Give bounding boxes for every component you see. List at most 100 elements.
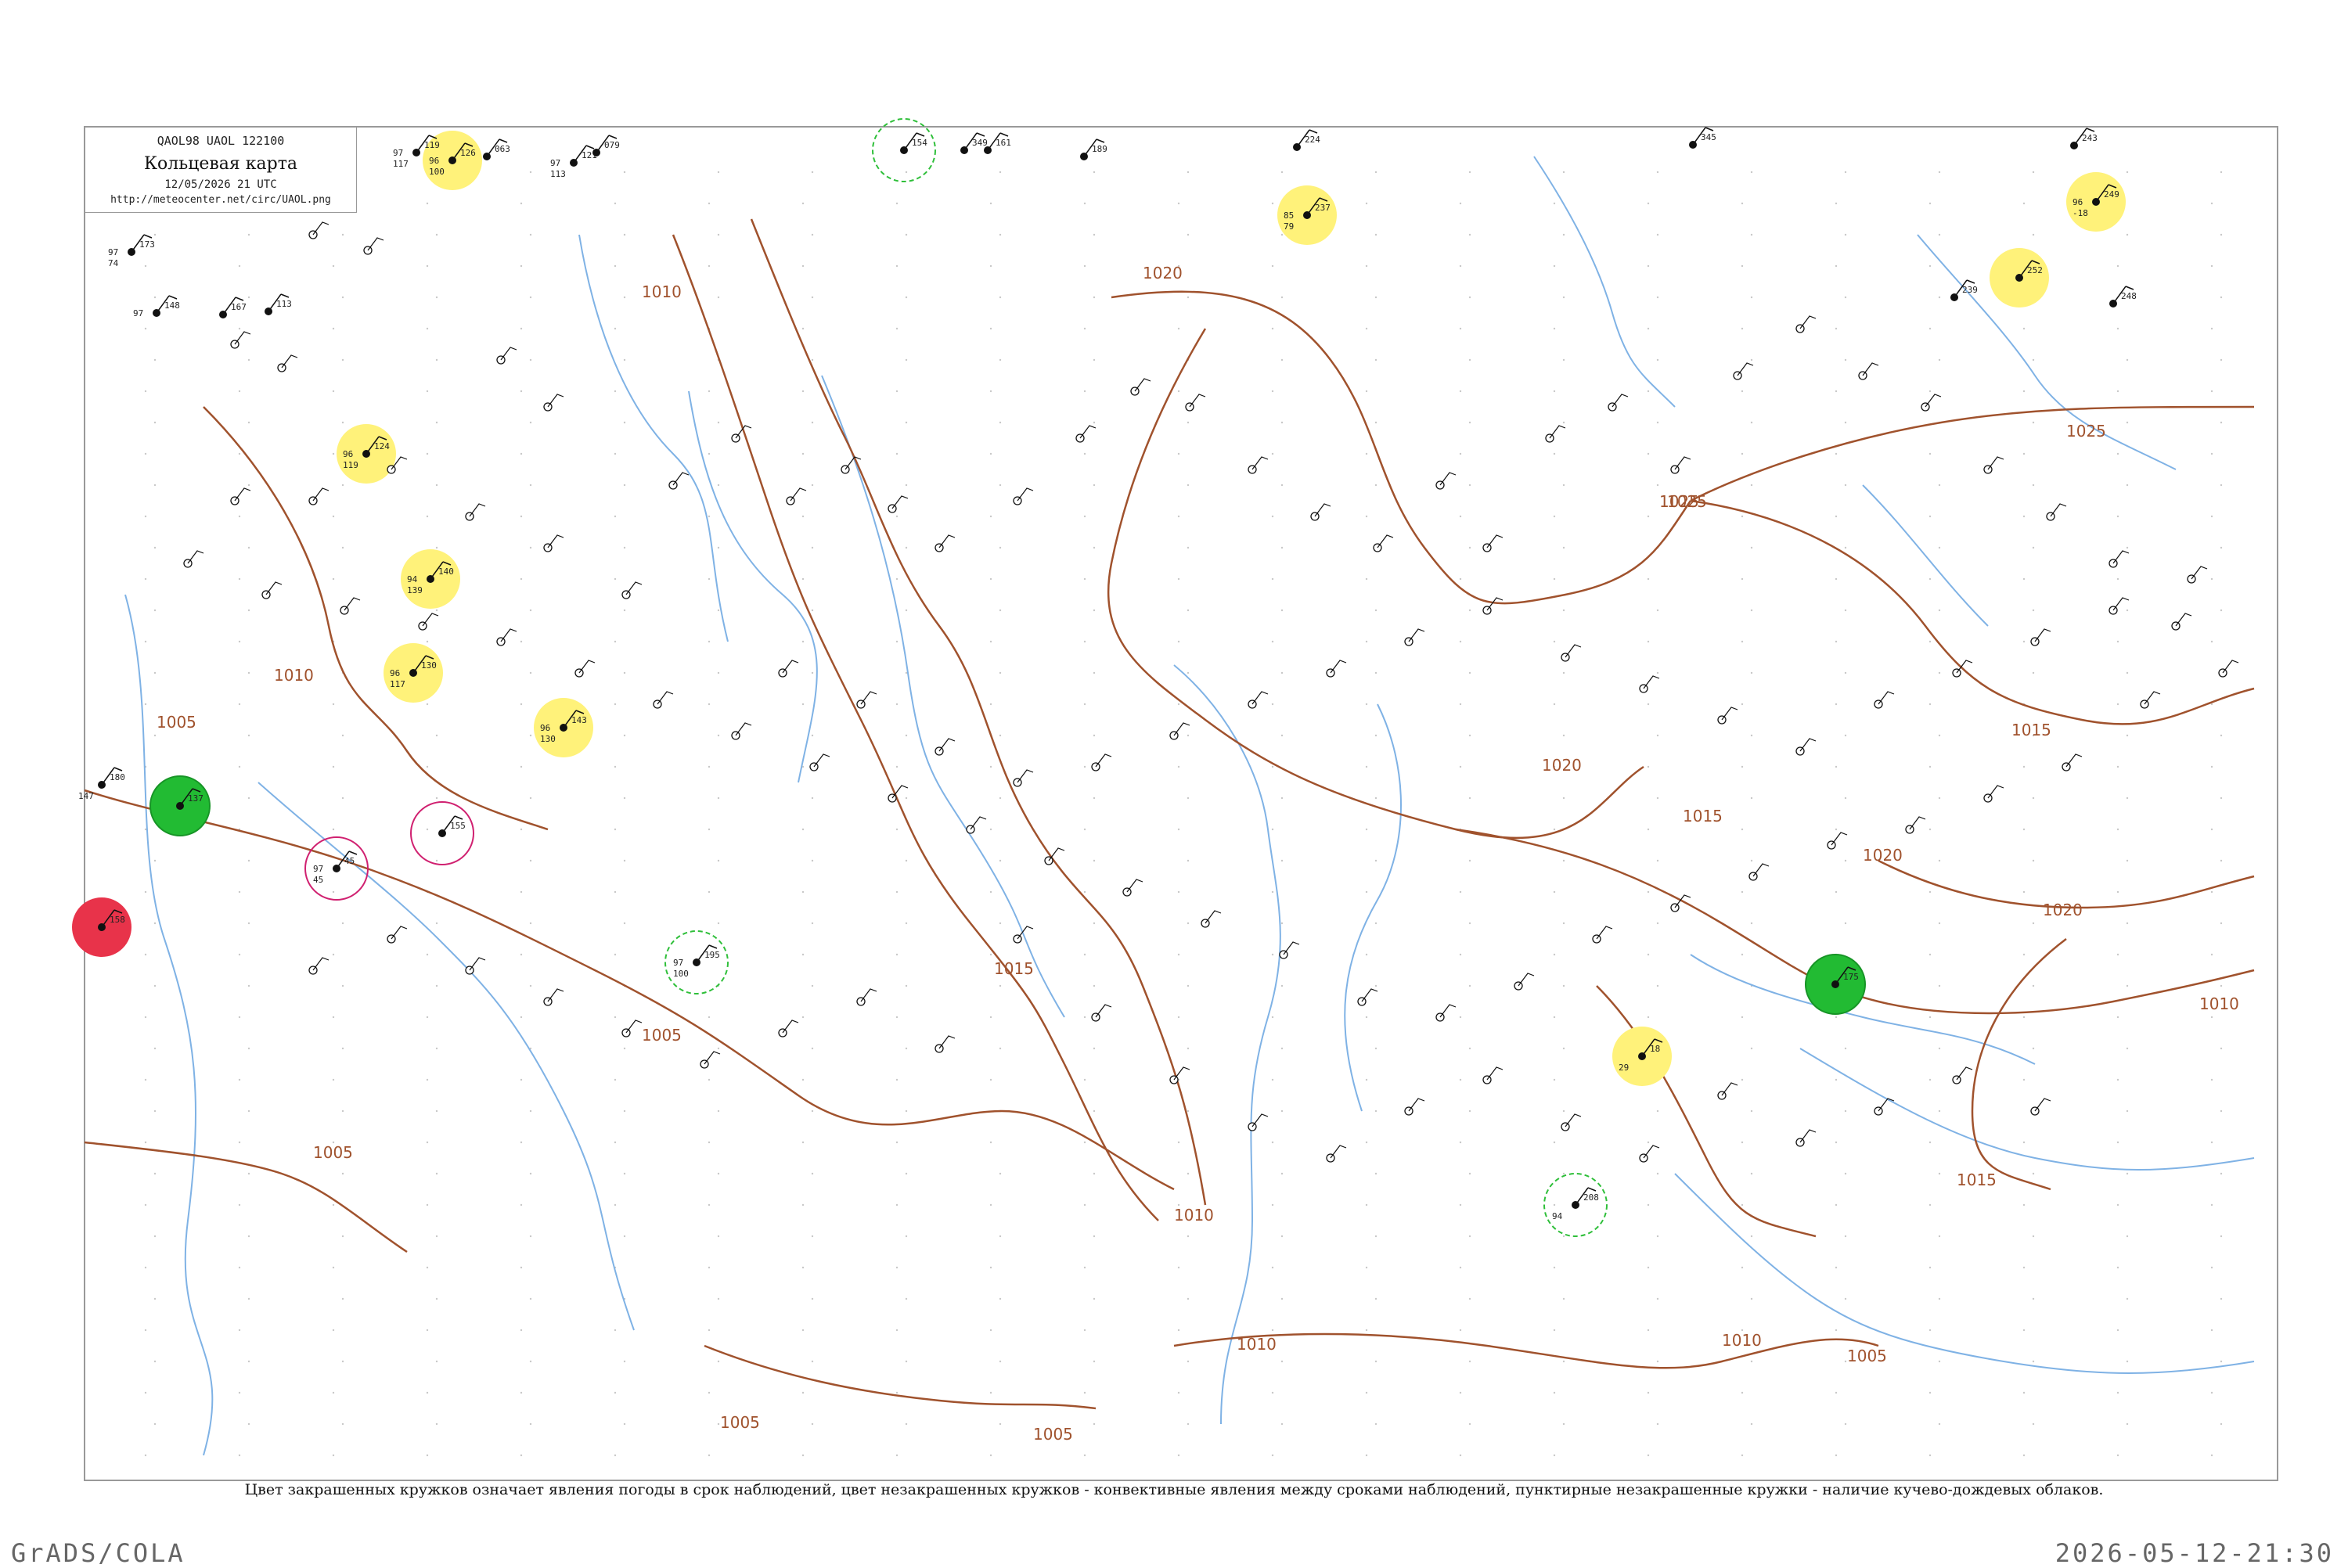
grid-dot [1187, 1172, 1190, 1175]
grid-dot [801, 1141, 805, 1144]
grid-dot [2126, 171, 2129, 174]
grid-dot [708, 1329, 711, 1332]
grid-dot [1280, 233, 1284, 236]
grid-dot [1835, 703, 1838, 706]
grid-dot [2210, 202, 2213, 205]
grid-dot [811, 797, 814, 800]
grid-dot [1187, 484, 1190, 487]
grid-dot [1177, 890, 1180, 894]
grid-dot [1938, 1047, 1941, 1050]
station-temperature: 96 [390, 668, 400, 678]
grid-dot [1938, 1360, 1941, 1363]
grid-dot [895, 765, 899, 768]
grid-dot [1280, 797, 1284, 800]
grid-dot [1741, 327, 1744, 330]
station-pressure: 155 [450, 821, 466, 831]
grid-dot [989, 1141, 992, 1144]
grid-dot [623, 421, 626, 424]
grid-dot [1271, 1016, 1274, 1019]
grid-dot [1928, 828, 1932, 831]
grid-dot [1187, 421, 1190, 424]
grid-dot [1750, 1235, 1753, 1238]
grid-dot [1741, 828, 1744, 831]
grid-dot [1562, 1172, 1565, 1175]
grid-dot [905, 296, 908, 299]
grid-dot [905, 922, 908, 925]
grid-dot [1835, 264, 1838, 268]
grid-dot [1835, 1016, 1838, 1019]
grid-dot [1271, 515, 1274, 518]
grid-dot [1083, 452, 1086, 455]
grid-dot [895, 1454, 899, 1457]
grid-dot [1459, 202, 1462, 205]
grid-dot [426, 1329, 429, 1332]
grid-dot [520, 1016, 523, 1019]
source-url[interactable]: http://meteocenter.net/circ/UAOL.png [85, 194, 356, 206]
grid-dot [989, 1078, 992, 1081]
grid-dot [1271, 1391, 1274, 1394]
grid-dot [1647, 1016, 1650, 1019]
grid-dot [426, 327, 429, 330]
grid-dot [2210, 515, 2213, 518]
grid-dot [801, 515, 805, 518]
grid-dot [717, 1047, 720, 1050]
grid-dot [717, 171, 720, 174]
grid-dot [1844, 546, 1847, 549]
grid-dot [1741, 577, 1744, 581]
grid-dot [1835, 1078, 1838, 1081]
grid-dot [1928, 765, 1932, 768]
grid-dot [2116, 1016, 2119, 1019]
grid-dot [1562, 1360, 1565, 1363]
grid-dot [426, 515, 429, 518]
grid-dot [435, 1109, 438, 1113]
grid-dot [2022, 452, 2026, 455]
grid-dot [520, 327, 523, 330]
grid-dot [1271, 765, 1274, 768]
grid-dot [623, 296, 626, 299]
grid-dot [999, 859, 1002, 862]
station-dewpoint: 119 [343, 460, 358, 470]
grid-dot [2032, 1047, 2035, 1050]
grid-dot [1741, 640, 1744, 643]
grid-dot [1844, 671, 1847, 674]
grid-dot [1656, 171, 1659, 174]
grid-dot [2116, 515, 2119, 518]
grid-dot [811, 1297, 814, 1300]
station-plot: 158 [72, 897, 131, 957]
grid-dot [2210, 890, 2213, 894]
grid-dot [1365, 515, 1368, 518]
grid-dot [905, 797, 908, 800]
grid-dot [1928, 1141, 1932, 1144]
grid-dot [999, 1235, 1002, 1238]
grid-dot [247, 1297, 250, 1300]
station-pressure: 195 [704, 950, 720, 960]
grid-dot [708, 452, 711, 455]
grid-dot [144, 1016, 147, 1019]
grid-dot [614, 828, 617, 831]
grid-dot [144, 890, 147, 894]
grid-dot [2210, 953, 2213, 956]
station-pressure: 126 [460, 148, 476, 158]
grid-dot [1280, 1109, 1284, 1113]
grid-dot [1374, 734, 1377, 737]
grid-dot [1365, 327, 1368, 330]
grid-dot [2032, 859, 2035, 862]
grid-dot [1083, 765, 1086, 768]
grid-dot [1562, 358, 1565, 361]
grid-dot [1177, 1266, 1180, 1269]
station-dewpoint: 139 [407, 585, 423, 595]
grid-dot [1374, 1047, 1377, 1050]
grid-dot [1938, 296, 1941, 299]
grid-dot [1844, 1235, 1847, 1238]
grid-dot [238, 1078, 241, 1081]
grid-dot [1093, 546, 1096, 549]
isobar-label: 1005 [1847, 1347, 1887, 1365]
station-pressure: 130 [421, 660, 437, 671]
grid-dot [2126, 734, 2129, 737]
station-dewpoint: 74 [108, 258, 119, 268]
grid-dot [529, 922, 532, 925]
grid-dot [989, 515, 992, 518]
grid-dot [238, 1203, 241, 1207]
grid-dot [1844, 1360, 1847, 1363]
grid-dot [1271, 828, 1274, 831]
